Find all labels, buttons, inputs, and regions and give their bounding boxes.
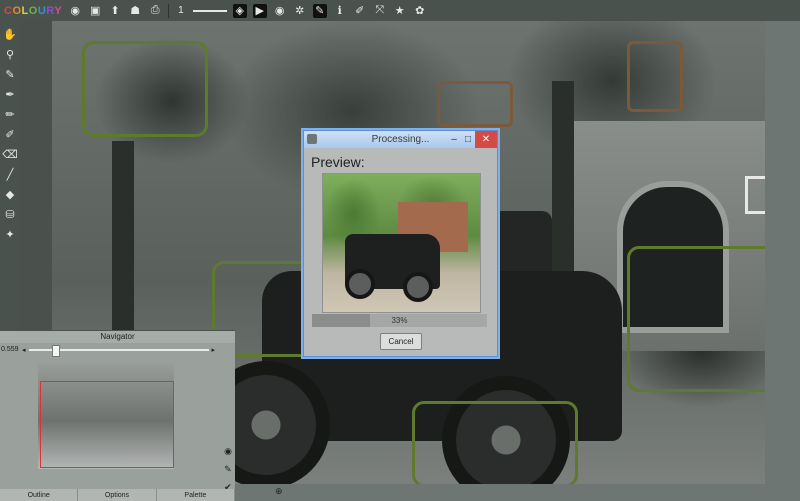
preview-wheel	[345, 269, 375, 299]
progress-bar: 33%	[312, 314, 487, 327]
zoom-in-icon[interactable]: ▸	[212, 346, 216, 354]
dialog-titlebar[interactable]: Processing... – □ ✕	[304, 131, 497, 148]
tab-outline[interactable]: Outline	[0, 489, 79, 501]
view-icon[interactable]: ◉	[224, 446, 232, 457]
bucket-icon[interactable]: ⛁	[3, 207, 17, 221]
transform-icon[interactable]: ⤧	[373, 4, 387, 18]
gear-icon[interactable]: ✲	[293, 4, 307, 18]
color-stroke	[627, 246, 765, 392]
zoom-slider-knob[interactable]	[51, 344, 60, 357]
brush-icon[interactable]: ✐	[353, 4, 367, 18]
play-icon[interactable]: ▶	[252, 3, 267, 18]
picker-icon[interactable]: ✦	[3, 227, 17, 241]
zoom-icon[interactable]: ⚲	[3, 47, 17, 61]
eyedropper-icon[interactable]: ✒	[3, 87, 17, 101]
app-logo: COLOURY	[4, 4, 63, 17]
navigator-tools: ◉ ✎ ✔	[224, 446, 232, 493]
circle-icon[interactable]: ◉	[68, 4, 82, 18]
app-icon	[307, 134, 317, 144]
person-icon[interactable]: ☗	[128, 4, 142, 18]
zoom-slider[interactable]	[28, 344, 209, 357]
settings-icon[interactable]: ✿	[413, 4, 427, 18]
maximize-icon[interactable]: □	[461, 131, 475, 148]
hand-icon[interactable]: ✋	[3, 27, 17, 41]
viewport-frame[interactable]	[40, 381, 174, 468]
pen-icon[interactable]: ✎	[312, 3, 327, 18]
layers-icon[interactable]: ◈	[232, 3, 247, 18]
window-controls: – □ ✕	[447, 131, 497, 148]
eraser-icon[interactable]: ⌫	[2, 147, 18, 161]
fill-icon[interactable]: ◆	[3, 187, 17, 201]
navigator-panel: Navigator 0.5592% ◂ ▸ ◉ ✎ ✔ Outline Opti…	[0, 330, 235, 501]
color-stroke	[437, 81, 513, 127]
brush-thickness-preview	[192, 9, 227, 12]
save-icon[interactable]: ▣	[88, 4, 102, 18]
print-icon[interactable]: ⎙	[148, 4, 162, 18]
navigator-zoom-row: 0.5592% ◂ ▸	[0, 343, 235, 357]
minimize-icon[interactable]: –	[447, 131, 461, 148]
processing-dialog: Processing... – □ ✕ Preview: 33% Cancel	[303, 130, 498, 357]
color-stroke	[412, 401, 578, 487]
preview-image	[322, 173, 481, 313]
star-icon[interactable]: ★	[393, 4, 407, 18]
marker-icon[interactable]: ✏	[3, 107, 17, 121]
export-icon[interactable]: ⬆	[108, 4, 122, 18]
line-tool-icon[interactable]: ╱	[3, 167, 17, 181]
brush-size-value[interactable]: 1	[175, 5, 187, 16]
progress-text: 33%	[391, 316, 408, 325]
color-stroke	[82, 41, 208, 137]
tab-palette[interactable]: Palette	[156, 489, 235, 501]
tree-trunk	[112, 141, 134, 351]
color-stroke	[627, 41, 683, 112]
preview-label: Preview:	[311, 154, 365, 170]
info-icon[interactable]: ℹ	[333, 4, 347, 18]
cancel-button[interactable]: Cancel	[380, 333, 422, 350]
navigator-thumbnail[interactable]	[38, 362, 174, 469]
tab-options[interactable]: Options	[78, 489, 157, 501]
brush-tool-icon[interactable]: ✐	[3, 127, 17, 141]
pencil-icon[interactable]: ✎	[3, 67, 17, 81]
navigator-tabs: Outline Options Palette	[0, 489, 235, 501]
zoom-out-icon[interactable]: ◂	[22, 346, 26, 354]
status-icon: ⊕	[275, 486, 283, 496]
toolbar-divider	[168, 3, 170, 18]
preview-wheel	[403, 272, 433, 302]
status-bar: ⊕	[235, 484, 765, 500]
zoom-value: 0.5592%	[1, 346, 19, 353]
top-toolbar: COLOURY ◉ ▣ ⬆ ☗ ⎙ 1 ◈ ▶ ◉ ✲ ✎ ℹ ✐ ⤧ ★ ✿	[0, 0, 800, 21]
color-stroke	[745, 176, 765, 214]
tree-trunk	[552, 81, 574, 281]
navigator-title: Navigator	[0, 331, 235, 343]
eye-icon[interactable]: ◉	[273, 4, 287, 18]
right-panel	[765, 21, 800, 500]
close-icon[interactable]: ✕	[475, 131, 497, 148]
pencil-small-icon[interactable]: ✎	[224, 464, 232, 475]
